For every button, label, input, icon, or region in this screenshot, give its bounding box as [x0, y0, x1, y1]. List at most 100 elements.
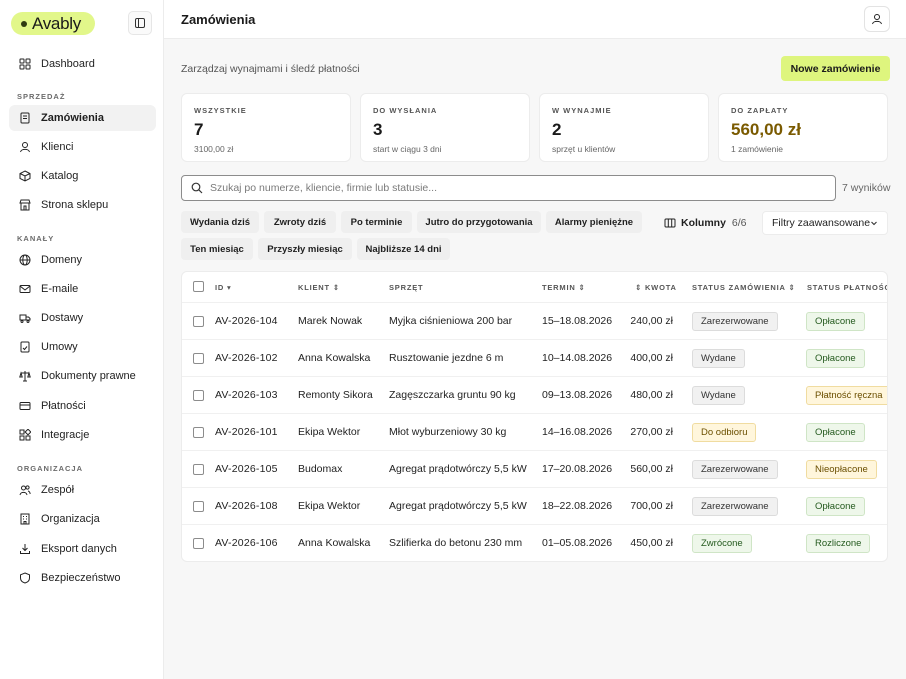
order-id[interactable]: AV-2026-105 — [215, 463, 278, 475]
sidebar-item-deliveries[interactable]: Dostawy — [9, 305, 156, 331]
collapse-sidebar-button[interactable] — [128, 11, 152, 35]
table-row[interactable]: AV-2026-103 Remonty Sikora Zagęszczarka … — [182, 376, 887, 413]
order-client: Anna Kowalska — [298, 537, 371, 549]
logo-text: Avably — [32, 13, 81, 33]
columns-label: Kolumny — [681, 217, 726, 229]
payment-status-badge: Opłacone — [806, 312, 865, 331]
row-checkbox[interactable] — [193, 390, 204, 401]
building-icon — [18, 512, 32, 526]
order-client: Ekipa Wektor — [298, 426, 361, 438]
filter-chip-this-month[interactable]: Ten miesiąc — [181, 238, 253, 260]
order-client: Remonty Sikora — [298, 389, 373, 401]
user-menu-button[interactable] — [864, 6, 890, 32]
column-header-client[interactable]: KLIENT ⇕ — [298, 283, 340, 292]
filter-chip-overdue[interactable]: Po terminie — [341, 211, 412, 233]
table-row[interactable]: AV-2026-108 Ekipa Wektor Agregat prądotw… — [182, 487, 887, 524]
stat-card-sub: 1 zamówienie — [731, 144, 783, 154]
filter-chip-money-alarms[interactable]: Alarmy pieniężne — [546, 211, 642, 233]
sidebar: Avably Dashboard SPRZEDAŻ Zamówienia Kli… — [0, 0, 164, 679]
filter-chip-next-14-days[interactable]: Najbliższe 14 dni — [357, 238, 450, 260]
new-order-button[interactable]: Nowe zamówienie — [781, 56, 890, 81]
order-id[interactable]: AV-2026-101 — [215, 426, 278, 438]
table-row[interactable]: AV-2026-105 Budomax Agregat prądotwórczy… — [182, 450, 887, 487]
sidebar-item-label: Domeny — [41, 254, 82, 266]
order-id[interactable]: AV-2026-103 — [215, 389, 278, 401]
search-box[interactable] — [181, 175, 836, 201]
order-status-badge: Wydane — [692, 386, 745, 405]
user-icon — [18, 140, 32, 154]
filter-chip-releases-today[interactable]: Wydania dziś — [181, 211, 259, 233]
stat-card-value: 560,00 zł — [731, 120, 801, 139]
stat-card-value: 7 — [194, 120, 204, 139]
sidebar-item-catalog[interactable]: Katalog — [9, 163, 156, 189]
column-header-amount[interactable]: ⇕ KWOTA — [635, 283, 677, 292]
sidebar-item-storefront[interactable]: Strona sklepu — [9, 192, 156, 218]
row-checkbox[interactable] — [193, 353, 204, 364]
download-icon — [18, 542, 32, 556]
stat-card-all[interactable]: WSZYSTKIE 7 3100,00 zł — [181, 93, 351, 162]
sidebar-item-clients[interactable]: Klienci — [9, 134, 156, 160]
order-amount: 700,00 zł — [630, 500, 673, 512]
select-all-checkbox[interactable] — [193, 281, 204, 292]
filter-chip-returns-today[interactable]: Zwroty dziś — [264, 211, 336, 233]
table-row[interactable]: AV-2026-104 Marek Nowak Myjka ciśnieniow… — [182, 302, 887, 339]
sidebar-item-integrations[interactable]: Integracje — [9, 422, 156, 448]
payment-status-badge: Opłacone — [806, 349, 865, 368]
order-amount: 480,00 zł — [630, 389, 673, 401]
order-id[interactable]: AV-2026-106 — [215, 537, 278, 549]
row-checkbox[interactable] — [193, 427, 204, 438]
search-input[interactable] — [210, 182, 810, 194]
sidebar-item-label: Bezpieczeństwo — [41, 572, 121, 584]
row-checkbox[interactable] — [193, 538, 204, 549]
truck-icon — [18, 311, 32, 325]
sidebar-item-export[interactable]: Eksport danych — [9, 536, 156, 562]
sidebar-toggle-icon — [135, 18, 145, 28]
sidebar-item-dashboard[interactable]: Dashboard — [9, 51, 156, 77]
filter-chip-next-month[interactable]: Przyszły miesiąc — [258, 238, 352, 260]
sidebar-item-label: Umowy — [41, 341, 78, 353]
sidebar-item-orders[interactable]: Zamówienia — [9, 105, 156, 131]
document-icon — [18, 111, 32, 125]
sidebar-item-contracts[interactable]: Umowy — [9, 334, 156, 360]
logo-dot-icon — [21, 20, 27, 27]
sidebar-item-label: Dokumenty prawne — [41, 370, 136, 382]
stat-card-to-ship[interactable]: DO WYSŁANIA 3 start w ciągu 3 dni — [360, 93, 530, 162]
sidebar-item-legal-documents[interactable]: Dokumenty prawne — [9, 363, 156, 389]
column-header-term[interactable]: TERMIN ⇕ — [542, 283, 586, 292]
row-checkbox[interactable] — [193, 464, 204, 475]
order-term: 10–14.08.2026 — [542, 352, 613, 364]
order-client: Marek Nowak — [298, 315, 363, 327]
order-equipment: Szlifierka do betonu 230 mm — [389, 537, 523, 549]
stat-card-to-pay[interactable]: DO ZAPŁATY 560,00 zł 1 zamówienie — [718, 93, 888, 162]
sidebar-item-security[interactable]: Bezpieczeństwo — [9, 565, 156, 591]
sidebar-item-label: Dashboard — [41, 58, 95, 70]
stat-card-in-rental[interactable]: W WYNAJMIE 2 sprzęt u klientów — [539, 93, 709, 162]
column-header-order-status[interactable]: STATUS ZAMÓWIENIA ⇕ — [692, 283, 795, 292]
table-row[interactable]: AV-2026-101 Ekipa Wektor Młot wyburzenio… — [182, 413, 887, 450]
order-id[interactable]: AV-2026-102 — [215, 352, 278, 364]
sidebar-item-emails[interactable]: E-maile — [9, 276, 156, 302]
advanced-filters-label: Filtry zaawansowane — [772, 217, 871, 229]
row-checkbox[interactable] — [193, 501, 204, 512]
row-checkbox[interactable] — [193, 316, 204, 327]
page-subtitle: Zarządzaj wynajmami i śledź płatności — [181, 63, 360, 75]
columns-button[interactable]: Kolumny 6/6 — [664, 212, 747, 234]
order-id[interactable]: AV-2026-108 — [215, 500, 278, 512]
sidebar-item-domains[interactable]: Domeny — [9, 247, 156, 273]
table-row[interactable]: AV-2026-102 Anna Kowalska Rusztowanie je… — [182, 339, 887, 376]
table-row[interactable]: AV-2026-106 Anna Kowalska Szlifierka do … — [182, 524, 887, 561]
order-status-badge: Zarezerwowane — [692, 460, 778, 479]
sidebar-item-organization[interactable]: Organizacja — [9, 506, 156, 532]
puzzle-icon — [18, 428, 32, 442]
sidebar-item-label: Zamówienia — [41, 112, 104, 124]
advanced-filters-button[interactable]: Filtry zaawansowane — [762, 211, 888, 235]
results-count: 7 wyników — [842, 182, 891, 194]
sidebar-item-team[interactable]: Zespół — [9, 477, 156, 503]
payment-status-badge: Płatność ręczna — [806, 386, 887, 405]
sidebar-item-payments[interactable]: Płatności — [9, 393, 156, 419]
column-header-id[interactable]: ID ▾ — [215, 283, 232, 292]
order-id[interactable]: AV-2026-104 — [215, 315, 278, 327]
filter-chip-prepare-tomorrow[interactable]: Jutro do przygotowania — [417, 211, 541, 233]
order-status-badge: Wydane — [692, 349, 745, 368]
app-logo[interactable]: Avably — [11, 12, 95, 35]
